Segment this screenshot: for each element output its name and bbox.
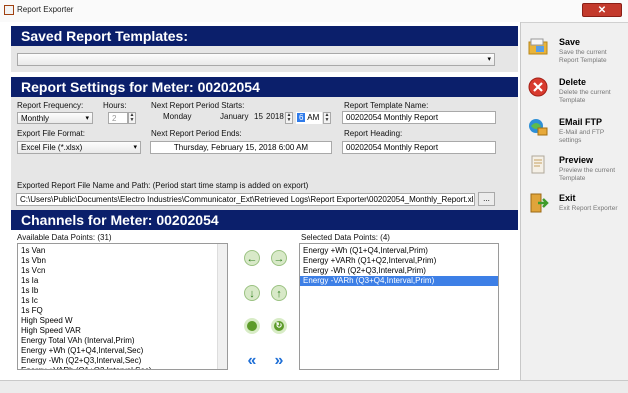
- preview-description: Preview the current Template: [559, 167, 615, 182]
- selected-list-item[interactable]: Energy +Wh (Q1+Q4,Interval,Prim): [300, 246, 498, 256]
- exit-description: Exit Report Exporter: [559, 205, 618, 212]
- start-day-number: 15: [254, 112, 263, 121]
- selected-list-item[interactable]: Energy +VARh (Q1+Q2,Interval,Prim): [300, 256, 498, 266]
- add-all-icon[interactable]: «: [244, 353, 260, 369]
- arrow-up-icon[interactable]: ↑: [271, 285, 287, 301]
- available-points-label: Available Data Points: (31): [17, 233, 112, 242]
- start-year: 2018: [266, 112, 284, 121]
- next-end-label: Next Report Period Ends:: [151, 129, 242, 138]
- chevron-down-icon: ▾: [85, 115, 89, 122]
- start-month: January: [220, 112, 249, 121]
- preview-title: Preview: [559, 155, 594, 165]
- delete-button[interactable]: Delete Delete the current Template: [521, 70, 628, 108]
- available-scrollbar[interactable]: [217, 244, 227, 369]
- selected-points-list[interactable]: Energy +Wh (Q1+Q4,Interval,Prim) Energy +…: [299, 243, 499, 370]
- available-list-item[interactable]: 1s Van: [18, 246, 227, 256]
- preview-icon: [531, 155, 545, 174]
- report-frequency-value: Monthly: [21, 114, 50, 123]
- arrow-left-icon[interactable]: ←: [244, 250, 260, 266]
- report-heading-label: Report Heading:: [344, 129, 403, 138]
- save-description: Save the current Report Template: [559, 49, 607, 64]
- close-button[interactable]: ✕: [582, 3, 622, 17]
- available-list-item[interactable]: 1s FQ: [18, 306, 227, 316]
- preview-button[interactable]: Preview Preview the current Template: [521, 148, 628, 186]
- chevron-down-icon: ▾: [487, 56, 491, 63]
- start-ampm: AM: [307, 113, 320, 122]
- delete-description: Delete the current Template: [559, 89, 611, 104]
- export-format-dropdown[interactable]: Excel File (*.xlsx) ▾: [17, 141, 141, 154]
- available-list-item[interactable]: Energy +Wh (Q1+Q4,Interval,Sec): [18, 346, 227, 356]
- available-list-item[interactable]: 1s Ia: [18, 276, 227, 286]
- email-ftp-icon: [529, 119, 548, 136]
- delete-icon: [528, 77, 548, 97]
- remove-all-icon[interactable]: »: [271, 353, 287, 369]
- arrow-right-icon[interactable]: →: [271, 250, 287, 266]
- available-list-item[interactable]: 1s Vcn: [18, 266, 227, 276]
- saved-templates-dropdown[interactable]: ▾: [17, 53, 495, 66]
- green-circle-icon[interactable]: [244, 318, 260, 334]
- start-day: Monday: [163, 112, 192, 121]
- available-list-item[interactable]: 1s Ib: [18, 286, 227, 296]
- hours-input[interactable]: 2: [108, 112, 128, 124]
- available-list-item[interactable]: 1s Vbn: [18, 256, 227, 266]
- report-frequency-label: Report Frequency:: [17, 101, 84, 110]
- start-hour: 6: [297, 113, 306, 122]
- save-button[interactable]: Save Save the current Report Template: [521, 30, 628, 68]
- green-refresh-icon[interactable]: ↻: [271, 318, 287, 334]
- report-settings-header: Report Settings for Meter: 00202054: [11, 77, 518, 97]
- window-title: Report Exporter: [17, 5, 74, 14]
- export-path-label: Exported Report File Name and Path: (Per…: [17, 181, 309, 190]
- title-bar: Report Exporter ✕: [0, 0, 628, 23]
- delete-title: Delete: [559, 77, 587, 87]
- hours-spinner[interactable]: ▲ ▼: [128, 112, 136, 124]
- browse-button[interactable]: ...: [478, 192, 495, 206]
- export-path-input[interactable]: C:\Users\Public\Documents\Electro Indust…: [16, 193, 475, 206]
- selected-items: Energy +Wh (Q1+Q4,Interval,Prim) Energy +…: [300, 246, 498, 286]
- status-bar: [0, 380, 628, 393]
- end-date-display: Thursday, February 15, 2018 6:00 AM: [150, 141, 332, 154]
- selected-list-item[interactable]: Energy -Wh (Q2+Q3,Interval,Prim): [300, 266, 498, 276]
- chevron-down-icon: ▾: [133, 144, 137, 151]
- email-ftp-title: EMail FTP: [559, 117, 603, 127]
- email-ftp-button[interactable]: EMail FTP E-Mail and FTP settings: [521, 110, 628, 148]
- save-title: Save: [559, 37, 581, 47]
- report-heading-input[interactable]: 00202054 Monthly Report: [342, 141, 496, 154]
- available-items: 1s Van 1s Vbn 1s Vcn 1s Ia 1s Ib 1s Ic 1s FQ Hi…: [18, 246, 227, 369]
- start-time-field[interactable]: 6 AM: [296, 112, 322, 124]
- report-frequency-dropdown[interactable]: Monthly ▾: [17, 112, 93, 124]
- email-ftp-description: E-Mail and FTP settings: [559, 129, 605, 144]
- selected-list-item[interactable]: Energy -VARh (Q3+Q4,Interval,Prim): [300, 276, 498, 286]
- exit-icon: [530, 193, 549, 213]
- hours-label: Hours:: [103, 101, 127, 110]
- time-spinner[interactable]: ▲ ▼: [323, 112, 331, 124]
- saved-templates-header: Saved Report Templates:: [11, 26, 518, 46]
- available-list-item[interactable]: Energy +VARh (Q1+Q2,Interval,Sec): [18, 366, 227, 369]
- available-list-item[interactable]: Energy Total VAh (Interval,Prim): [18, 336, 227, 346]
- main-panel: Saved Report Templates: ▾ Report Setting…: [0, 22, 521, 380]
- next-start-label: Next Report Period Starts:: [151, 101, 245, 110]
- template-name-label: Report Template Name:: [344, 101, 429, 110]
- available-points-list[interactable]: 1s Van 1s Vbn 1s Vcn 1s Ia 1s Ib 1s Ic 1s FQ Hi…: [17, 243, 228, 370]
- save-icon: [528, 38, 548, 55]
- template-name-input[interactable]: 00202054 Monthly Report: [342, 111, 496, 124]
- export-format-value: Excel File (*.xlsx): [21, 143, 83, 152]
- available-list-item[interactable]: 1s Ic: [18, 296, 227, 306]
- exit-title: Exit: [559, 193, 576, 203]
- app-icon: [4, 5, 14, 15]
- selected-points-label: Selected Data Points: (4): [301, 233, 390, 242]
- available-list-item[interactable]: High Speed W: [18, 316, 227, 326]
- available-list-item[interactable]: High Speed VAR: [18, 326, 227, 336]
- available-list-item[interactable]: Energy -Wh (Q2+Q3,Interval,Sec): [18, 356, 227, 366]
- exit-button[interactable]: Exit Exit Report Exporter: [521, 186, 628, 224]
- date-spinner[interactable]: ▲ ▼: [285, 112, 293, 124]
- channels-header: Channels for Meter: 00202054: [11, 210, 518, 230]
- export-format-label: Export File Format:: [17, 129, 86, 138]
- arrow-down-icon[interactable]: ↓: [244, 285, 260, 301]
